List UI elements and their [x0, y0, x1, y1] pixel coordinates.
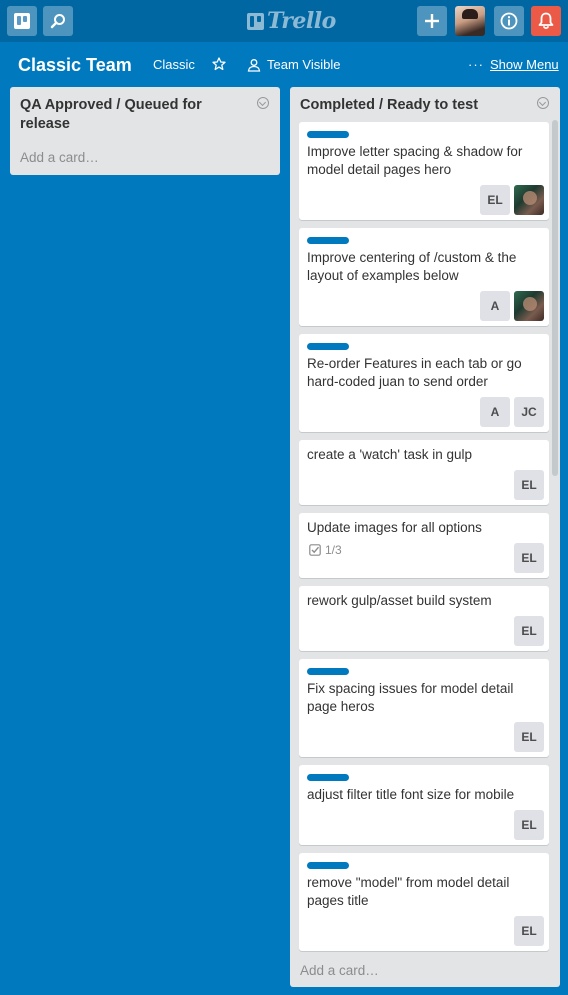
trello-logo[interactable]: Trello	[247, 8, 336, 34]
info-icon	[500, 12, 518, 30]
card-members: A JC	[480, 397, 544, 427]
card-label[interactable]	[307, 237, 349, 244]
member-avatar[interactable]: A	[480, 397, 510, 427]
card[interactable]: adjust filter title font size for mobile…	[299, 765, 549, 845]
top-bar: Trello	[0, 0, 568, 42]
search-icon	[50, 14, 65, 29]
card-label[interactable]	[307, 774, 349, 781]
star-icon	[212, 57, 226, 71]
card[interactable]: Improve centering of /custom & the layou…	[299, 228, 549, 326]
card-members: EL	[480, 185, 544, 215]
notification-bell-icon	[538, 12, 554, 30]
card-label[interactable]	[307, 131, 349, 138]
user-avatar[interactable]	[455, 6, 485, 36]
checklist-count: 1/3	[325, 543, 342, 557]
boards-button[interactable]	[7, 6, 37, 36]
show-menu-button[interactable]: ··· Show Menu	[468, 57, 559, 72]
card-members: EL	[514, 722, 544, 752]
list-scrollbar[interactable]	[552, 120, 558, 476]
card-members: EL	[514, 616, 544, 646]
visibility-label: Team Visible	[267, 57, 341, 72]
list-menu-chevron-icon[interactable]	[537, 97, 549, 109]
member-avatar-photo[interactable]	[514, 185, 544, 215]
card-title: Re-order Features in each tab or go hard…	[307, 356, 522, 389]
card-title: Improve letter spacing & shadow for mode…	[307, 144, 523, 177]
member-avatar[interactable]: EL	[514, 470, 544, 500]
member-avatar[interactable]: EL	[514, 916, 544, 946]
card-title: adjust filter title font size for mobile	[307, 787, 515, 802]
member-avatar[interactable]: EL	[514, 543, 544, 573]
card[interactable]: remove "model" from model detail pages t…	[299, 853, 549, 951]
card-members: EL	[514, 916, 544, 946]
team-name: Classic	[153, 57, 195, 72]
card[interactable]: rework gulp/asset build system EL	[299, 586, 549, 651]
member-avatar[interactable]: EL	[514, 616, 544, 646]
list-menu-chevron-icon[interactable]	[257, 97, 269, 109]
list-title[interactable]: Completed / Ready to test	[300, 96, 530, 115]
visibility-button[interactable]: Team Visible	[247, 57, 340, 72]
card[interactable]: create a 'watch' task in gulp EL	[299, 440, 549, 505]
more-icon: ···	[468, 57, 484, 72]
card-members: EL	[514, 543, 544, 573]
board-title[interactable]: Classic Team	[18, 55, 132, 76]
card-title: rework gulp/asset build system	[307, 593, 492, 608]
notifications-button[interactable]	[531, 6, 561, 36]
member-avatar[interactable]: EL	[480, 185, 510, 215]
member-avatar-photo[interactable]	[514, 291, 544, 321]
trello-logo-text: Trello	[267, 8, 336, 34]
add-card-button[interactable]: Add a card…	[300, 963, 379, 978]
card[interactable]: Improve letter spacing & shadow for mode…	[299, 122, 549, 220]
list-title[interactable]: QA Approved / Queued for release	[20, 96, 250, 134]
card-title: remove "model" from model detail pages t…	[307, 875, 510, 908]
info-button[interactable]	[494, 6, 524, 36]
member-avatar[interactable]: A	[480, 291, 510, 321]
card-title: Fix spacing issues for model detail page…	[307, 681, 514, 714]
team-link[interactable]: Classic	[153, 57, 195, 72]
member-avatar[interactable]: EL	[514, 810, 544, 840]
add-icon	[425, 14, 439, 28]
card[interactable]: Re-order Features in each tab or go hard…	[299, 334, 549, 432]
checklist-badge: 1/3	[309, 543, 342, 557]
card[interactable]: Fix spacing issues for model detail page…	[299, 659, 549, 757]
card-title: Update images for all options	[307, 520, 482, 535]
card-members: EL	[514, 810, 544, 840]
card-label[interactable]	[307, 862, 349, 869]
card-label[interactable]	[307, 343, 349, 350]
board-header: Classic Team Classic Team Visible ··· Sh…	[0, 42, 568, 88]
member-avatar[interactable]: EL	[514, 722, 544, 752]
boards-icon	[14, 13, 30, 29]
card-label[interactable]	[307, 668, 349, 675]
member-avatar[interactable]: JC	[514, 397, 544, 427]
list-qa-approved: QA Approved / Queued for release Add a c…	[10, 87, 280, 175]
star-button[interactable]	[212, 57, 226, 71]
add-card-button[interactable]: Add a card…	[20, 150, 99, 165]
checklist-icon	[309, 544, 321, 556]
trello-logo-icon	[247, 12, 264, 30]
search-button[interactable]	[43, 6, 73, 36]
card-members: EL	[514, 470, 544, 500]
card-members: A	[480, 291, 544, 321]
team-visible-icon	[247, 58, 261, 72]
add-button[interactable]	[417, 6, 447, 36]
show-menu-label: Show Menu	[490, 57, 559, 72]
card-title: Improve centering of /custom & the layou…	[307, 250, 517, 283]
card-title: create a 'watch' task in gulp	[307, 447, 472, 462]
card[interactable]: Update images for all options 1/3 EL	[299, 513, 549, 578]
